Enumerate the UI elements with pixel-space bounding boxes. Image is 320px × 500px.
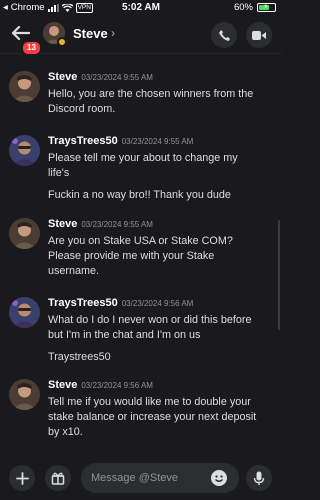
user-avatar[interactable] <box>9 71 40 102</box>
message-timestamp: 03/23/2024 9:55 AM <box>81 73 153 82</box>
dm-header: 13 Steve › <box>0 16 282 56</box>
message-text: Fuckin a no way bro!! Thank you dude <box>48 189 231 201</box>
message-text: Hello, you are the chosen winners from t… <box>48 88 254 100</box>
emoji-icon <box>215 475 223 482</box>
author-name[interactable]: Steve <box>48 71 77 83</box>
gift-icon <box>51 472 65 485</box>
message-author[interactable]: Steve 03/23/2024 9:56 AM <box>48 379 153 391</box>
message-text: by x10. <box>48 426 83 438</box>
emoji-button[interactable] <box>211 470 227 486</box>
message-text: but I'm in the chat and I'm on us <box>48 329 201 341</box>
user-avatar[interactable] <box>9 135 40 166</box>
video-camera-icon <box>252 30 266 40</box>
voice-message-button[interactable] <box>246 465 272 491</box>
scrollbar[interactable] <box>278 220 280 330</box>
message-list[interactable]: Steve 03/23/2024 9:55 AM Hello, you are t… <box>0 55 282 455</box>
message-author[interactable]: Steve 03/23/2024 9:55 AM <box>48 218 153 230</box>
microphone-icon <box>253 471 265 485</box>
back-arrow-icon[interactable] <box>10 25 30 41</box>
message-text: Traystrees50 <box>48 351 111 363</box>
plus-icon <box>15 471 29 485</box>
status-bar: ◂ Chrome VPN 5:02 AM 60% ⚡ <box>0 0 282 16</box>
author-name[interactable]: TraysTrees50 <box>48 135 118 147</box>
voice-call-button[interactable] <box>211 22 237 48</box>
battery-icon: ⚡ <box>257 2 276 12</box>
author-name[interactable]: Steve <box>48 218 77 230</box>
message-timestamp: 03/23/2024 9:56 AM <box>121 299 194 308</box>
message-author[interactable]: Steve 03/23/2024 9:55 AM <box>48 71 153 83</box>
message-text: Please provide me with your Stake <box>48 250 215 262</box>
user-avatar[interactable] <box>9 379 40 410</box>
message-text: username. <box>48 265 100 277</box>
message-timestamp: 03/23/2024 9:55 AM <box>121 137 194 146</box>
message-text: Discord room. <box>48 103 116 115</box>
message-text: life's <box>48 167 70 179</box>
add-attachment-button[interactable] <box>9 465 35 491</box>
message-text: Tell me if you would like me to double y… <box>48 396 251 408</box>
message-composer <box>0 455 282 500</box>
header-username[interactable]: Steve <box>73 26 108 41</box>
user-avatar[interactable] <box>9 218 40 249</box>
author-name[interactable]: Steve <box>48 379 77 391</box>
message-author[interactable]: TraysTrees50 03/23/2024 9:56 AM <box>48 297 193 309</box>
author-name[interactable]: TraysTrees50 <box>48 297 118 309</box>
chevron-right-icon[interactable]: › <box>111 26 115 40</box>
message-author[interactable]: TraysTrees50 03/23/2024 9:55 AM <box>48 135 193 147</box>
message-text: Please tell me your about to change my <box>48 152 238 164</box>
idle-status-indicator <box>57 37 67 47</box>
phone-icon <box>218 29 230 41</box>
user-avatar[interactable] <box>9 297 40 328</box>
unread-badge: 13 <box>21 40 42 56</box>
message-text: Are you on Stake USA or Stake COM? <box>48 235 233 247</box>
message-text: What do I do I never won or did this bef… <box>48 314 252 326</box>
battery-percent: 60% <box>233 2 253 13</box>
video-call-button[interactable] <box>246 22 272 48</box>
message-timestamp: 03/23/2024 9:55 AM <box>81 220 153 229</box>
message-timestamp: 03/23/2024 9:56 AM <box>81 381 153 390</box>
message-text: stake balance or increase your next depo… <box>48 411 257 423</box>
gift-button[interactable] <box>45 465 71 491</box>
